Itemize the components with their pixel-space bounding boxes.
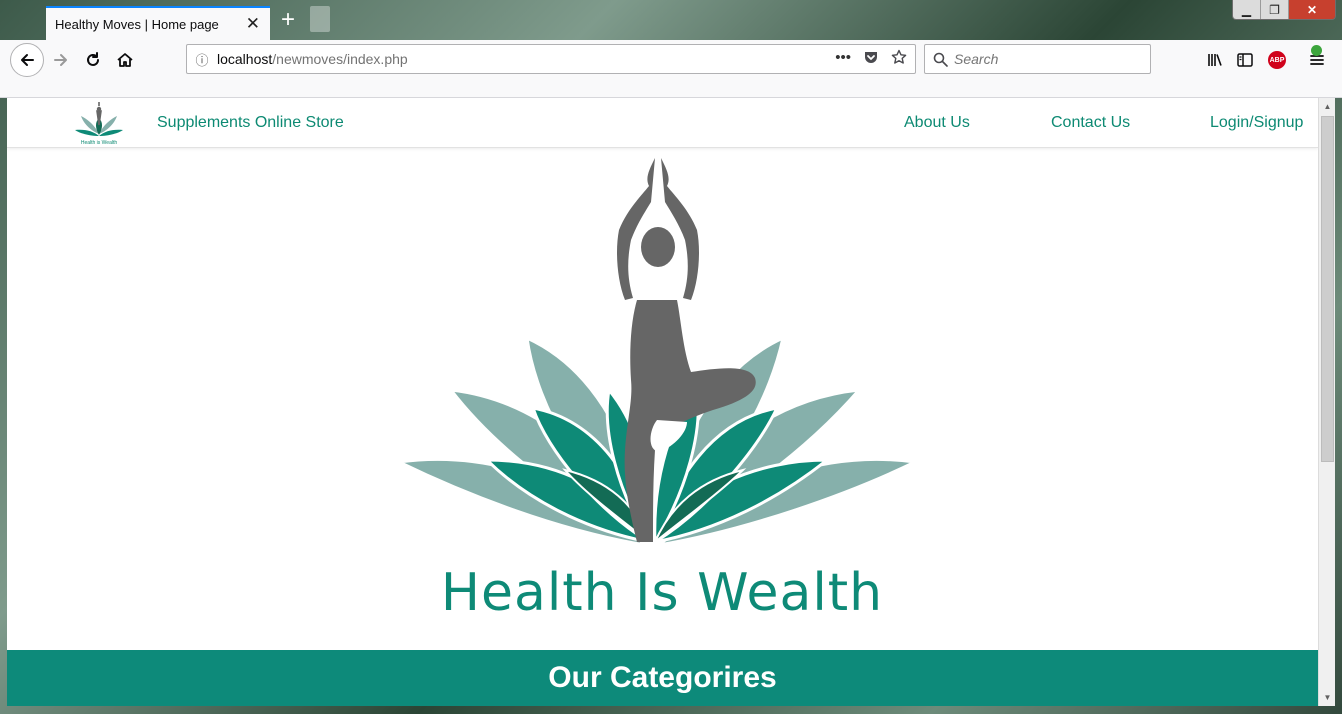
browser-window: Healthy Moves | Home page ✕ + ▁ ❐ ✕ ⓘ lo… xyxy=(0,0,1342,714)
nav-link-store[interactable]: Supplements Online Store xyxy=(157,114,344,132)
site-header: Health is Wealth Supplements Online Stor… xyxy=(7,98,1318,148)
scroll-down-icon[interactable]: ▼ xyxy=(1319,689,1336,706)
back-arrow-icon xyxy=(21,54,34,66)
logo-caption: Health is Wealth xyxy=(81,140,118,146)
categories-heading: Our Categorires xyxy=(548,661,777,694)
home-button[interactable] xyxy=(110,45,140,75)
sidebar-icon xyxy=(1237,53,1253,67)
restore-button[interactable]: ❐ xyxy=(1261,0,1289,19)
star-icon[interactable] xyxy=(891,49,907,65)
window-controls: ▁ ❐ ✕ xyxy=(1232,0,1336,20)
hero-logo-image: Health Is Wealth xyxy=(393,158,921,623)
menu-button[interactable] xyxy=(1302,45,1332,75)
back-button[interactable] xyxy=(10,43,44,77)
site-logo[interactable]: Health is Wealth xyxy=(71,100,127,146)
scrollbar-thumb[interactable] xyxy=(1321,116,1334,462)
scroll-up-icon[interactable]: ▲ xyxy=(1319,98,1336,115)
close-window-button[interactable]: ✕ xyxy=(1289,0,1335,19)
forward-arrow-icon xyxy=(54,54,67,66)
more-dots-icon[interactable]: ••• xyxy=(835,49,851,66)
page-viewport: Health is Wealth Supplements Online Stor… xyxy=(7,98,1318,706)
active-tab[interactable]: Healthy Moves | Home page ✕ xyxy=(46,6,270,40)
pocket-icon[interactable] xyxy=(863,49,879,65)
sidebar-button[interactable] xyxy=(1230,45,1260,75)
page-scrollbar[interactable]: ▲ ▼ xyxy=(1318,98,1335,706)
address-bar[interactable]: ⓘ localhost /newmoves/index.php ••• xyxy=(186,44,916,74)
reload-button[interactable] xyxy=(78,45,108,75)
adblock-button[interactable]: ABP xyxy=(1262,45,1292,75)
nav-link-contact[interactable]: Contact Us xyxy=(1051,114,1130,132)
background-tab[interactable] xyxy=(310,6,330,32)
info-icon[interactable]: ⓘ xyxy=(187,50,217,69)
navigation-toolbar: ⓘ localhost /newmoves/index.php ••• Sear… xyxy=(0,40,1342,98)
reload-icon xyxy=(87,52,99,66)
minimize-button[interactable]: ▁ xyxy=(1233,0,1261,19)
hero-tagline: Health Is Wealth xyxy=(441,563,883,623)
categories-banner: Our Categorires xyxy=(7,650,1318,706)
tab-close-icon[interactable]: ✕ xyxy=(246,14,260,34)
address-bar-actions: ••• xyxy=(835,49,907,66)
search-icon xyxy=(933,52,948,67)
search-bar[interactable] xyxy=(924,44,1151,74)
tab-strip: Healthy Moves | Home page ✕ + ▁ ❐ ✕ xyxy=(0,0,1342,40)
forward-button[interactable] xyxy=(46,45,76,75)
new-tab-button[interactable]: + xyxy=(276,8,300,34)
search-input[interactable] xyxy=(954,51,1134,67)
adblock-icon: ABP xyxy=(1268,51,1286,69)
tab-title: Healthy Moves | Home page xyxy=(55,16,219,32)
nav-link-about[interactable]: About Us xyxy=(904,114,970,132)
url-host: localhost xyxy=(217,51,273,67)
library-icon xyxy=(1208,54,1222,66)
url-path: /newmoves/index.php xyxy=(272,51,408,67)
update-badge-icon xyxy=(1311,45,1322,56)
home-icon xyxy=(117,53,133,67)
nav-link-login[interactable]: Login/Signup xyxy=(1210,114,1303,132)
library-button[interactable] xyxy=(1200,45,1230,75)
